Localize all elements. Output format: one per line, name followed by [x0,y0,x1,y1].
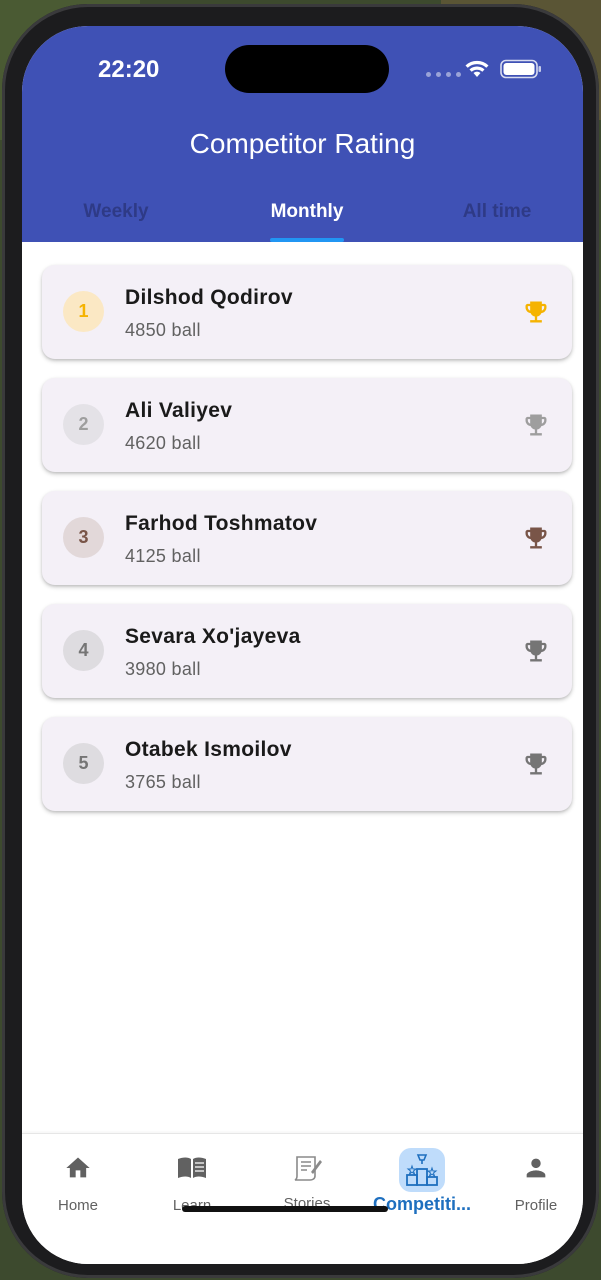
tab-indicator [270,238,344,242]
app-bar: 22:20 Competitor Rating Weekly Monthly A… [22,26,583,242]
page-title: Competitor Rating [189,128,416,159]
trophy-icon [525,527,547,549]
stories-icon [251,1154,363,1182]
competitor-score: 4620 ball [125,433,201,453]
competitor-name: Sevara Xo'jayeva [125,625,301,648]
trophy-icon [525,640,547,662]
competitor-card[interactable]: 1 Dilshod Qodirov 4850 ball [42,265,572,359]
rank-badge: 5 [63,743,104,784]
status-time: 22:20 [98,56,160,83]
wifi-icon [465,60,489,77]
book-icon [136,1154,248,1182]
dynamic-island [225,45,389,93]
nav-label: Profile [514,1197,558,1214]
trophy-icon [525,414,547,436]
tab-weekly[interactable]: Weekly [46,201,186,223]
rank-badge: 1 [63,291,104,332]
competitor-card[interactable]: 3 Farhod Toshmatov 4125 ball [42,491,572,585]
trophy-icon [525,753,547,775]
person-icon [480,1154,583,1182]
bottom-navigation: Home Learn [22,1133,583,1264]
competitor-score: 3765 ball [125,772,201,792]
competitor-card[interactable]: 4 Sevara Xo'jayeva 3980 ball [42,604,572,698]
podium-icon [366,1152,478,1188]
competitor-score: 4125 ball [125,546,201,566]
phone-frame: 22:20 Competitor Rating Weekly Monthly A… [2,4,599,1278]
leaderboard-list: 1 Dilshod Qodirov 4850 ball 2 Ali Valiye… [42,265,572,830]
cellular-signal-icon [426,72,461,77]
competitor-score: 3980 ball [125,659,201,679]
rank-badge: 3 [63,517,104,558]
nav-label: Home [57,1197,98,1214]
app-screen: 22:20 Competitor Rating Weekly Monthly A… [22,26,583,1264]
competitor-card[interactable]: 2 Ali Valiyev 4620 ball [42,378,572,472]
competitor-name: Otabek Ismoilov [125,738,292,761]
tab-monthly[interactable]: Monthly [237,201,377,223]
rank-badge: 4 [63,630,104,671]
competitor-card[interactable]: 5 Otabek Ismoilov 3765 ball [42,717,572,811]
competitor-score: 4850 ball [125,320,201,340]
competitor-name: Ali Valiyev [125,399,233,422]
competitor-name: Dilshod Qodirov [125,286,293,309]
home-icon [22,1154,134,1182]
trophy-icon [525,301,547,323]
rank-badge: 2 [63,404,104,445]
competitor-name: Farhod Toshmatov [125,512,318,535]
home-indicator [182,1206,388,1212]
battery-icon [500,59,541,79]
tab-all-time[interactable]: All time [427,201,567,223]
